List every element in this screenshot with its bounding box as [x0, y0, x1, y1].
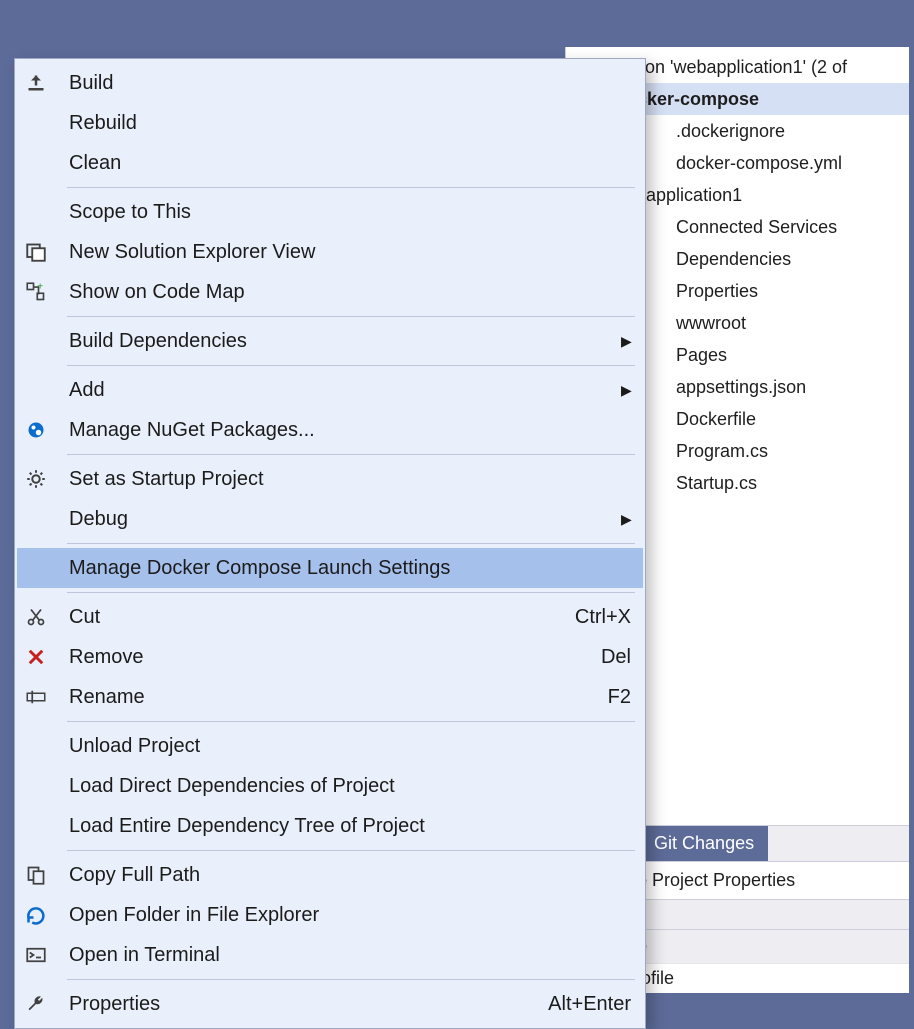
menu-item-label: Remove — [69, 646, 581, 669]
submenu-arrow-icon: ▶ — [621, 382, 631, 399]
menu-item-label: Unload Project — [69, 735, 631, 758]
menu-item-label: Load Direct Dependencies of Project — [69, 775, 631, 798]
menu-item-rename[interactable]: Rename F2 — [17, 677, 643, 717]
menu-item-build-dependencies[interactable]: Build Dependencies▶ — [17, 321, 643, 361]
blank-icon — [23, 150, 49, 176]
menu-item-label: Set as Startup Project — [69, 468, 631, 491]
menu-separator — [67, 187, 635, 188]
menu-separator — [67, 365, 635, 366]
menu-item-remove[interactable]: Remove Del — [17, 637, 643, 677]
blank-icon — [23, 199, 49, 225]
menu-item-open-in-terminal[interactable]: Open in Terminal — [17, 935, 643, 975]
tree-item-label: appsettings.json — [676, 377, 806, 398]
menu-separator — [67, 543, 635, 544]
menu-item-add[interactable]: Add▶ — [17, 370, 643, 410]
menu-item-show-on-code-map[interactable]: + Show on Code Map — [17, 272, 643, 312]
menu-item-new-solution-explorer-view[interactable]: New Solution Explorer View — [17, 232, 643, 272]
blank-icon — [23, 773, 49, 799]
menu-item-shortcut: Alt+Enter — [548, 993, 631, 1016]
tree-item-label: Pages — [676, 345, 727, 366]
menu-item-label: Open in Terminal — [69, 944, 631, 967]
menu-separator — [67, 454, 635, 455]
tree-item-label: Properties — [676, 281, 758, 302]
open-folder-icon — [23, 902, 49, 928]
new-solution-view-icon — [23, 239, 49, 265]
git-changes-tab[interactable]: Git Changes — [640, 826, 768, 861]
menu-separator — [67, 850, 635, 851]
tree-item-label: docker-compose.yml — [676, 153, 842, 174]
rename-icon — [23, 684, 49, 710]
menu-item-label: Open Folder in File Explorer — [69, 904, 631, 927]
menu-item-label: Show on Code Map — [69, 281, 631, 304]
menu-item-rebuild[interactable]: Rebuild — [17, 103, 643, 143]
menu-item-label: New Solution Explorer View — [69, 241, 631, 264]
menu-item-unload-project[interactable]: Unload Project — [17, 726, 643, 766]
menu-item-label: Build Dependencies — [69, 330, 621, 353]
menu-item-set-as-startup-project[interactable]: Set as Startup Project — [17, 459, 643, 499]
tree-item-label: Startup.cs — [676, 473, 757, 494]
svg-text:+: + — [37, 282, 43, 293]
menu-item-label: Cut — [69, 606, 555, 629]
menu-item-label: Copy Full Path — [69, 864, 631, 887]
menu-item-properties[interactable]: Properties Alt+Enter — [17, 984, 643, 1024]
blank-icon — [23, 377, 49, 403]
tree-item-label: .dockerignore — [676, 121, 785, 142]
menu-item-label: Load Entire Dependency Tree of Project — [69, 815, 631, 838]
tree-item-label: Program.cs — [676, 441, 768, 462]
menu-item-label: Rebuild — [69, 112, 631, 135]
copy-icon — [23, 862, 49, 888]
menu-separator — [67, 979, 635, 980]
blank-icon — [23, 328, 49, 354]
submenu-arrow-icon: ▶ — [621, 511, 631, 528]
menu-item-shortcut: Del — [601, 646, 631, 669]
menu-separator — [67, 316, 635, 317]
project-context-menu: Build Rebuild Clean Scope to This New Soluti… — [14, 58, 646, 1029]
menu-separator — [67, 721, 635, 722]
menu-item-label: Add — [69, 379, 621, 402]
menu-item-clean[interactable]: Clean — [17, 143, 643, 183]
terminal-icon — [23, 942, 49, 968]
menu-item-scope-to-this[interactable]: Scope to This — [17, 192, 643, 232]
submenu-arrow-icon: ▶ — [621, 333, 631, 350]
title-bar-area — [5, 5, 909, 47]
tree-item-label: Dependencies — [676, 249, 791, 270]
menu-item-manage-nuget-packages[interactable]: Manage NuGet Packages... — [17, 410, 643, 450]
tree-item-label: Connected Services — [676, 217, 837, 238]
gear-icon — [23, 466, 49, 492]
menu-separator — [67, 592, 635, 593]
menu-item-label: Build — [69, 72, 631, 95]
build-icon — [23, 70, 49, 96]
menu-item-open-folder-in-file-explorer[interactable]: Open Folder in File Explorer — [17, 895, 643, 935]
tree-item-label: wwwroot — [676, 313, 746, 334]
blank-icon — [23, 733, 49, 759]
blank-icon — [23, 110, 49, 136]
menu-item-label: Debug — [69, 508, 621, 531]
menu-item-load-direct-dependencies-of-project[interactable]: Load Direct Dependencies of Project — [17, 766, 643, 806]
wrench-icon — [23, 991, 49, 1017]
menu-item-cut[interactable]: Cut Ctrl+X — [17, 597, 643, 637]
menu-item-copy-full-path[interactable]: Copy Full Path — [17, 855, 643, 895]
menu-item-label: Manage Docker Compose Launch Settings — [69, 557, 631, 580]
menu-item-label: Rename — [69, 686, 588, 709]
menu-item-label: Clean — [69, 152, 631, 175]
menu-item-label: Properties — [69, 993, 528, 1016]
menu-item-shortcut: F2 — [608, 686, 631, 709]
remove-icon — [23, 644, 49, 670]
cut-icon — [23, 604, 49, 630]
menu-item-build[interactable]: Build — [17, 63, 643, 103]
menu-item-manage-docker-compose-launch-settings[interactable]: Manage Docker Compose Launch Settings — [17, 548, 643, 588]
blank-icon — [23, 813, 49, 839]
menu-item-debug[interactable]: Debug▶ — [17, 499, 643, 539]
nuget-icon — [23, 417, 49, 443]
code-map-icon: + — [23, 279, 49, 305]
menu-item-shortcut: Ctrl+X — [575, 606, 631, 629]
tree-item-label: Dockerfile — [676, 409, 756, 430]
menu-item-label: Scope to This — [69, 201, 631, 224]
menu-item-label: Manage NuGet Packages... — [69, 419, 631, 442]
blank-icon — [23, 555, 49, 581]
blank-icon — [23, 506, 49, 532]
menu-item-load-entire-dependency-tree-of-project[interactable]: Load Entire Dependency Tree of Project — [17, 806, 643, 846]
